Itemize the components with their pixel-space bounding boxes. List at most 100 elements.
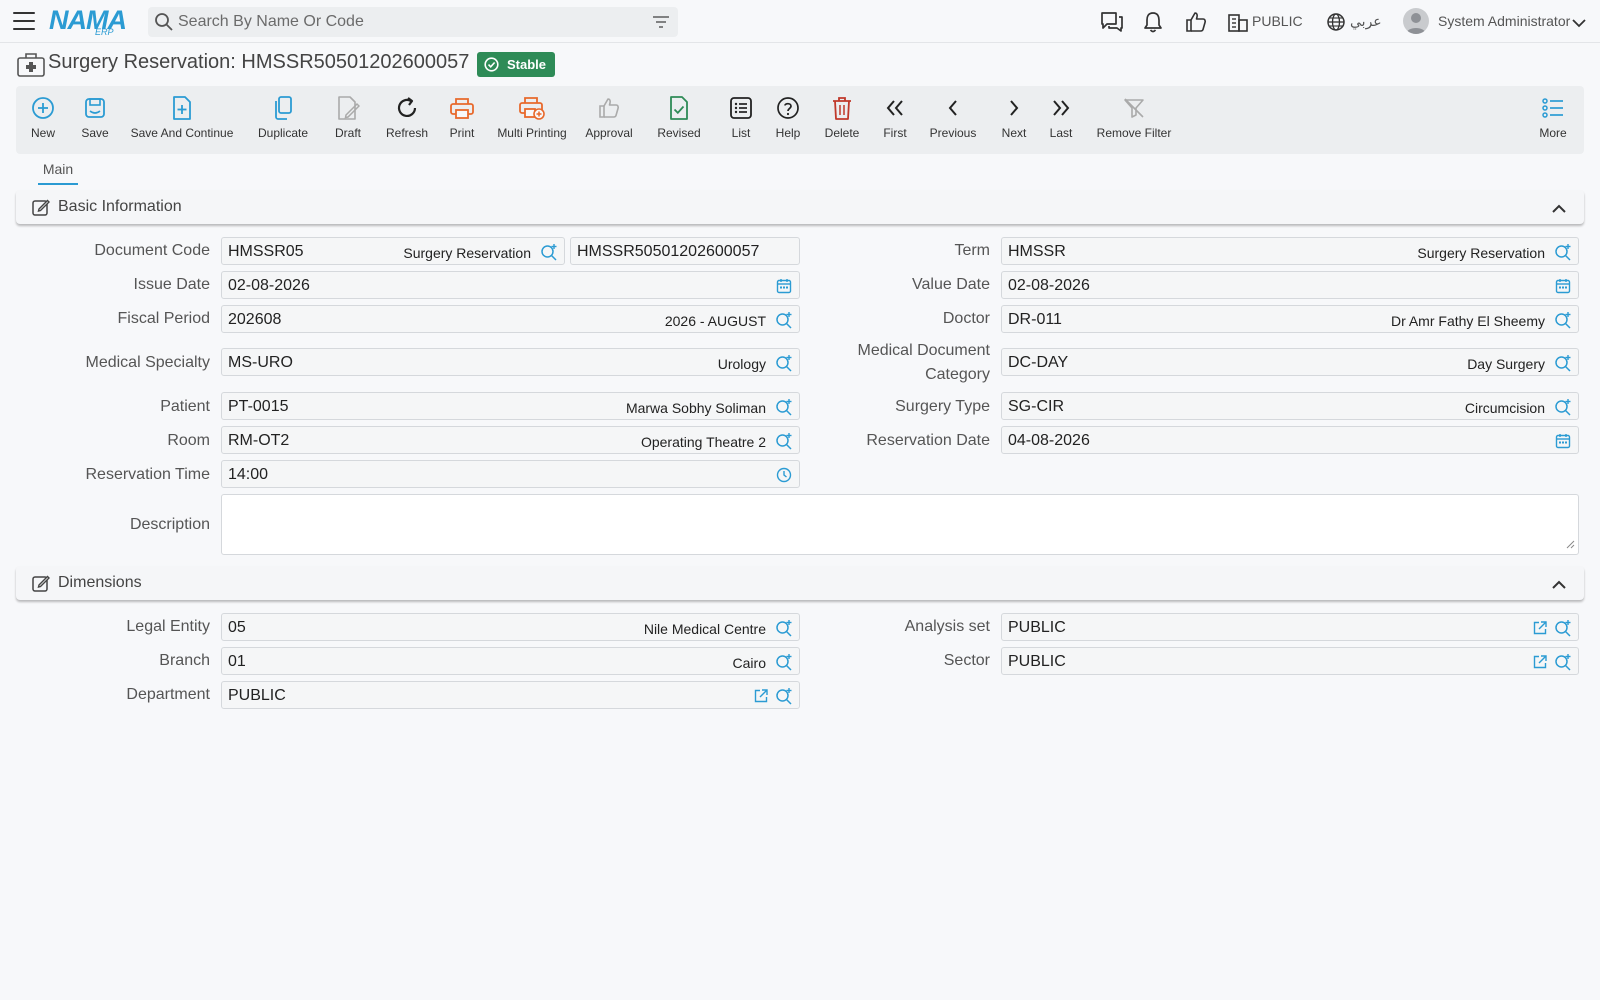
patient-label: Patient bbox=[160, 398, 210, 415]
previous-label: Previous bbox=[929, 126, 977, 140]
calendar-icon[interactable] bbox=[1555, 433, 1571, 452]
globe-icon bbox=[1326, 12, 1346, 35]
language-switch[interactable]: عربي bbox=[1350, 13, 1382, 30]
sector-value: PUBLIC bbox=[1008, 653, 1066, 670]
medical-document-category-desc: Day Surgery bbox=[1467, 356, 1545, 372]
branch-desc: Cairo bbox=[732, 655, 766, 671]
surgery-type-field[interactable]: SG-CIR Circumcision bbox=[1001, 392, 1579, 420]
external-link-icon[interactable] bbox=[753, 688, 769, 707]
next-button[interactable]: Next bbox=[999, 94, 1029, 140]
duplicate-button[interactable]: Duplicate bbox=[256, 94, 310, 140]
lookup-search-icon[interactable] bbox=[1554, 243, 1572, 264]
lookup-search-icon[interactable] bbox=[775, 354, 793, 375]
lookup-search-icon[interactable] bbox=[775, 398, 793, 419]
external-link-icon[interactable] bbox=[1532, 654, 1548, 673]
resize-handle-icon[interactable] bbox=[1565, 536, 1575, 552]
external-link-icon[interactable] bbox=[1532, 620, 1548, 639]
section-basic-information[interactable]: Basic Information bbox=[16, 190, 1584, 224]
room-field[interactable]: RM-OT2 Operating Theatre 2 bbox=[221, 426, 800, 454]
save-continue-button[interactable]: Save And Continue bbox=[130, 94, 234, 140]
reservation-date-value: 04-08-2026 bbox=[1008, 432, 1090, 449]
reservation-date-field[interactable]: 04-08-2026 bbox=[1001, 426, 1579, 454]
branch-field[interactable]: 01 Cairo bbox=[221, 647, 800, 675]
document-code-label: Document Code bbox=[94, 242, 210, 259]
document-code-desc: Surgery Reservation bbox=[403, 245, 531, 261]
document-number-field[interactable]: HMSSR50501202600057 bbox=[570, 237, 800, 265]
legal-entity-field[interactable]: 05 Nile Medical Centre bbox=[221, 613, 800, 641]
approval-button[interactable]: Approval bbox=[584, 94, 634, 140]
term-field[interactable]: HMSSR Surgery Reservation bbox=[1001, 237, 1579, 265]
calendar-icon[interactable] bbox=[1555, 278, 1571, 297]
issue-date-field[interactable]: 02-08-2026 bbox=[221, 271, 800, 299]
menu-icon[interactable] bbox=[13, 12, 35, 30]
patient-field[interactable]: PT-0015 Marwa Sobhy Soliman bbox=[221, 392, 800, 420]
delete-button[interactable]: Delete bbox=[822, 94, 862, 140]
lookup-search-icon[interactable] bbox=[1554, 653, 1572, 674]
file-check-icon bbox=[656, 94, 702, 122]
medical-document-category-field[interactable]: DC-DAY Day Surgery bbox=[1001, 348, 1579, 376]
lookup-search-icon[interactable] bbox=[775, 311, 793, 332]
org-selector[interactable]: PUBLIC bbox=[1252, 13, 1303, 29]
chevron-down-icon[interactable] bbox=[1572, 15, 1586, 31]
logo-text: NAMA bbox=[49, 5, 127, 35]
analysis-set-field[interactable]: PUBLIC bbox=[1001, 613, 1579, 641]
search-icon bbox=[154, 12, 174, 35]
lookup-search-icon[interactable] bbox=[775, 619, 793, 640]
delete-label: Delete bbox=[824, 126, 860, 140]
sector-field[interactable]: PUBLIC bbox=[1001, 647, 1579, 675]
reservation-time-field[interactable]: 14:00 bbox=[221, 460, 800, 488]
user-icon[interactable] bbox=[1403, 8, 1429, 34]
lookup-search-icon[interactable] bbox=[1554, 619, 1572, 640]
tab-main[interactable]: Main bbox=[38, 161, 78, 185]
department-field[interactable]: PUBLIC bbox=[221, 681, 800, 709]
filter-icon[interactable] bbox=[652, 14, 670, 33]
lookup-search-icon[interactable] bbox=[1554, 354, 1572, 375]
revised-label: Revised bbox=[657, 126, 701, 140]
lookup-search-icon[interactable] bbox=[775, 687, 793, 708]
print-label: Print bbox=[449, 126, 475, 140]
description-textarea[interactable] bbox=[221, 494, 1579, 555]
more-button[interactable]: More bbox=[1538, 94, 1568, 140]
draft-button[interactable]: Draft bbox=[329, 94, 367, 140]
printer-icon bbox=[446, 94, 478, 122]
document-number-value: HMSSR50501202600057 bbox=[577, 243, 760, 260]
last-button[interactable]: Last bbox=[1046, 94, 1076, 140]
new-button[interactable]: New bbox=[24, 94, 62, 140]
save-button[interactable]: Save bbox=[74, 94, 116, 140]
chevron-up-icon[interactable] bbox=[1552, 201, 1566, 217]
bell-icon[interactable] bbox=[1142, 10, 1164, 37]
search-input[interactable] bbox=[178, 11, 633, 33]
print-button[interactable]: Print bbox=[446, 94, 478, 140]
fiscal-period-field[interactable]: 202608 2026 - AUGUST bbox=[221, 305, 800, 333]
chevron-up-icon[interactable] bbox=[1552, 577, 1566, 593]
lookup-search-icon[interactable] bbox=[540, 243, 558, 264]
chat-icon[interactable] bbox=[1099, 10, 1125, 37]
first-button[interactable]: First bbox=[880, 94, 910, 140]
value-date-field[interactable]: 02-08-2026 bbox=[1001, 271, 1579, 299]
multi-printing-button[interactable]: Multi Printing bbox=[496, 94, 568, 140]
list-button[interactable]: List bbox=[726, 94, 756, 140]
filter-off-icon bbox=[1094, 94, 1174, 122]
document-code-field[interactable]: HMSSR05 Surgery Reservation bbox=[221, 237, 565, 265]
medical-specialty-desc: Urology bbox=[717, 356, 766, 372]
section-dimensions[interactable]: Dimensions bbox=[16, 566, 1584, 600]
logo[interactable]: NAMA ERP bbox=[49, 5, 133, 37]
clock-icon[interactable] bbox=[776, 467, 792, 486]
medical-specialty-field[interactable]: MS-URO Urology bbox=[221, 348, 800, 376]
revised-button[interactable]: Revised bbox=[656, 94, 702, 140]
refresh-button[interactable]: Refresh bbox=[380, 94, 434, 140]
thumbs-up-icon[interactable] bbox=[1184, 10, 1208, 37]
remove-filter-button[interactable]: Remove Filter bbox=[1094, 94, 1174, 140]
multi-printing-label: Multi Printing bbox=[497, 126, 567, 140]
patient-desc: Marwa Sobhy Soliman bbox=[625, 400, 766, 416]
lookup-search-icon[interactable] bbox=[775, 432, 793, 453]
chevron-right-icon bbox=[999, 94, 1029, 122]
user-menu[interactable]: System Administrator bbox=[1438, 13, 1570, 29]
lookup-search-icon[interactable] bbox=[775, 653, 793, 674]
lookup-search-icon[interactable] bbox=[1554, 311, 1572, 332]
previous-button[interactable]: Previous bbox=[928, 94, 978, 140]
calendar-icon[interactable] bbox=[776, 278, 792, 297]
lookup-search-icon[interactable] bbox=[1554, 398, 1572, 419]
doctor-field[interactable]: DR-011 Dr Amr Fathy El Sheemy bbox=[1001, 305, 1579, 333]
help-button[interactable]: Help bbox=[773, 94, 803, 140]
